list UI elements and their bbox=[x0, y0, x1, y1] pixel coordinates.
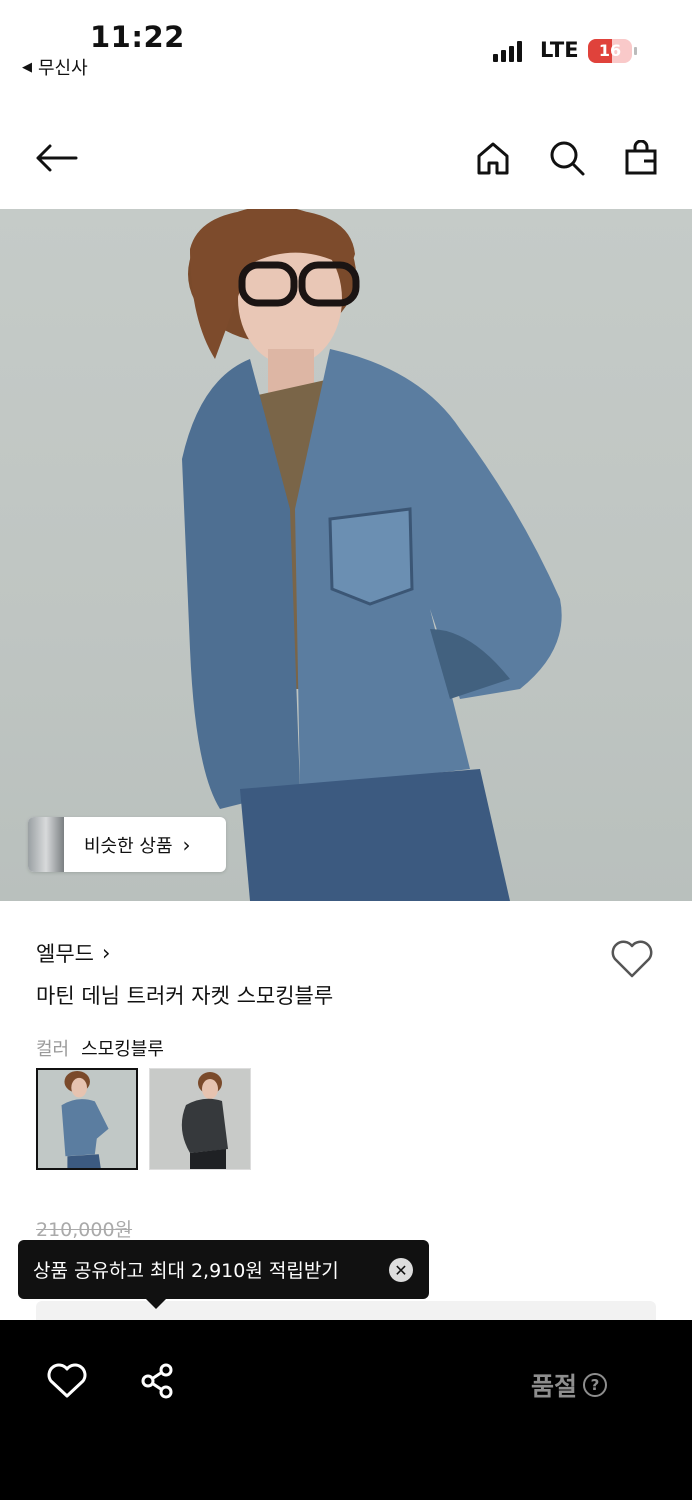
heart-icon[interactable] bbox=[44, 1358, 90, 1404]
similar-label: 비슷한 상품 bbox=[84, 835, 173, 857]
color-swatch-selected[interactable] bbox=[36, 1068, 138, 1170]
shopping-bag-icon[interactable] bbox=[617, 134, 665, 182]
product-image[interactable] bbox=[0, 209, 692, 901]
back-to-app-link[interactable]: ◀ 무신사 bbox=[22, 54, 88, 80]
share-icon[interactable] bbox=[134, 1358, 180, 1404]
color-row: 컬러 스모킹블루 bbox=[36, 1035, 164, 1061]
heart-icon[interactable] bbox=[606, 933, 658, 985]
chevron-right-icon: › bbox=[101, 941, 111, 965]
back-triangle-icon: ◀ bbox=[22, 59, 32, 75]
soldout-status: 품절 ? bbox=[531, 1367, 608, 1403]
status-bar: 11:22 ◀ 무신사 LTE 16 bbox=[0, 0, 692, 90]
back-arrow-icon[interactable] bbox=[32, 134, 80, 182]
battery-level: 16 bbox=[598, 41, 622, 60]
search-icon[interactable] bbox=[543, 134, 591, 182]
share-reward-tooltip[interactable]: 상품 공유하고 최대 2,910원 적립받기 ✕ bbox=[18, 1240, 429, 1309]
brand-name: 엘무드 bbox=[36, 942, 94, 966]
color-swatch-black[interactable] bbox=[149, 1068, 251, 1170]
soldout-label: 품절 bbox=[531, 1372, 578, 1401]
status-time: 11:22 bbox=[90, 20, 185, 54]
similar-products-button[interactable]: 비슷한 상품 › bbox=[28, 817, 226, 872]
close-icon[interactable]: ✕ bbox=[389, 1258, 413, 1282]
brand-link[interactable]: 엘무드 › bbox=[36, 938, 110, 968]
tooltip-text: 상품 공유하고 최대 2,910원 적립받기 bbox=[33, 1260, 339, 1282]
similar-thumbnail bbox=[28, 817, 64, 872]
battery-icon: 16 bbox=[588, 39, 637, 63]
color-value: 스모킹블루 bbox=[81, 1039, 164, 1060]
tooltip-pointer bbox=[146, 1299, 166, 1309]
back-app-label: 무신사 bbox=[38, 58, 88, 79]
home-icon[interactable] bbox=[469, 134, 517, 182]
top-nav bbox=[0, 120, 692, 196]
chevron-right-icon: › bbox=[182, 832, 191, 857]
original-price: 210,000원 bbox=[36, 1219, 133, 1241]
bottom-action-bar: 품절 ? bbox=[0, 1320, 692, 1500]
signal-icon bbox=[493, 40, 522, 62]
help-icon[interactable]: ? bbox=[583, 1373, 608, 1397]
product-name: 마틴 데님 트러커 자켓 스모킹블루 bbox=[36, 984, 334, 1008]
network-label: LTE bbox=[540, 38, 579, 62]
color-key: 컬러 bbox=[36, 1039, 70, 1060]
